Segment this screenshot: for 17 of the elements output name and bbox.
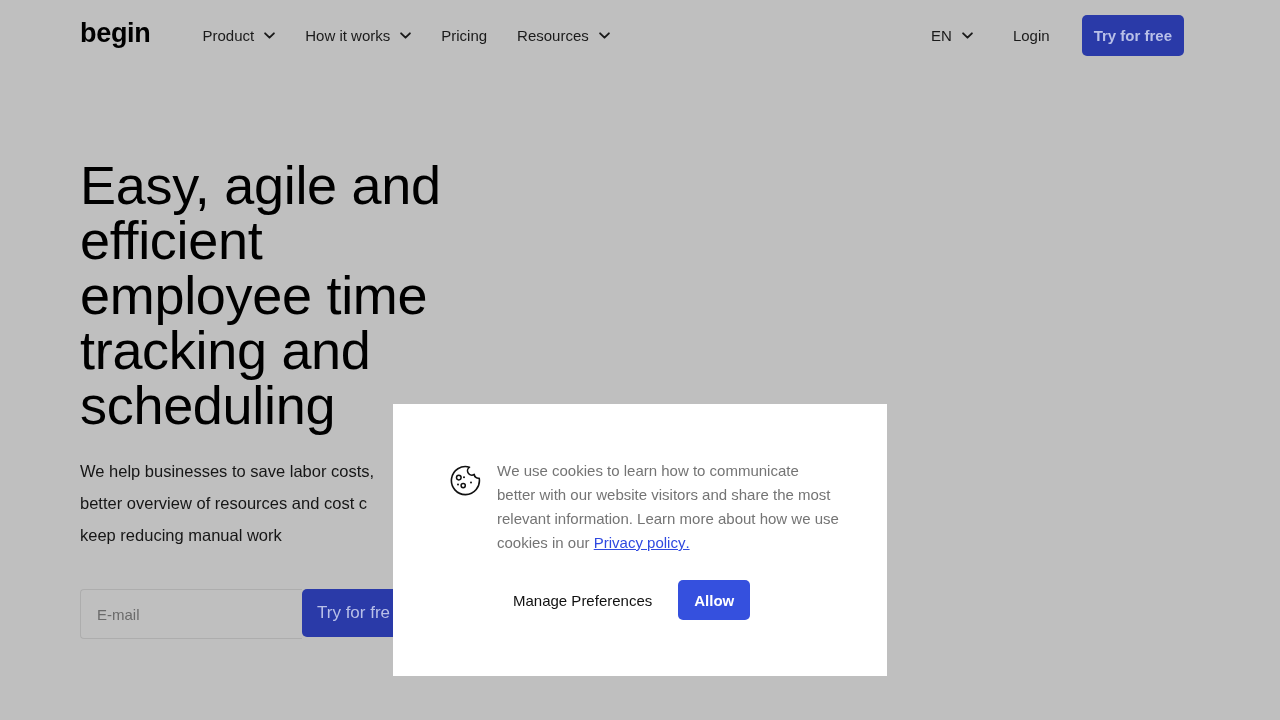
privacy-policy-link[interactable]: Privacy policy. — [593, 534, 690, 551]
nav-link[interactable]: How it works — [305, 26, 412, 44]
language-selector[interactable]: EN — [931, 26, 973, 44]
nav-link[interactable]: Pricing — [441, 26, 488, 44]
logo[interactable]: begin — [80, 20, 151, 50]
hero-subtitle: We help businesses to save labor costs, better overview of resources and cost c keep reducing manual work — [80, 461, 375, 546]
cookie-message: We use cookies to learn how to communicate better with our website visitors and share the most relevant information. Learn more about how we use cookies in our Privacy policy. — [497, 461, 840, 553]
nav-link[interactable]: Resources — [517, 26, 610, 44]
hero-heading: Easy, agile and efficient employee time tracking and scheduling — [80, 158, 442, 433]
try-free-button[interactable]: Try for free — [1081, 14, 1184, 56]
cookie-icon — [449, 465, 481, 497]
preferences-button[interactable]: Manage Preferences — [497, 580, 669, 620]
nav-link[interactable]: Product — [202, 26, 276, 44]
try-free-button[interactable]: Try for fre — [302, 589, 393, 637]
email-field[interactable]: E-mail — [80, 589, 302, 639]
login-link[interactable]: Login — [1012, 26, 1050, 44]
allow-button[interactable]: Allow — [678, 580, 751, 620]
